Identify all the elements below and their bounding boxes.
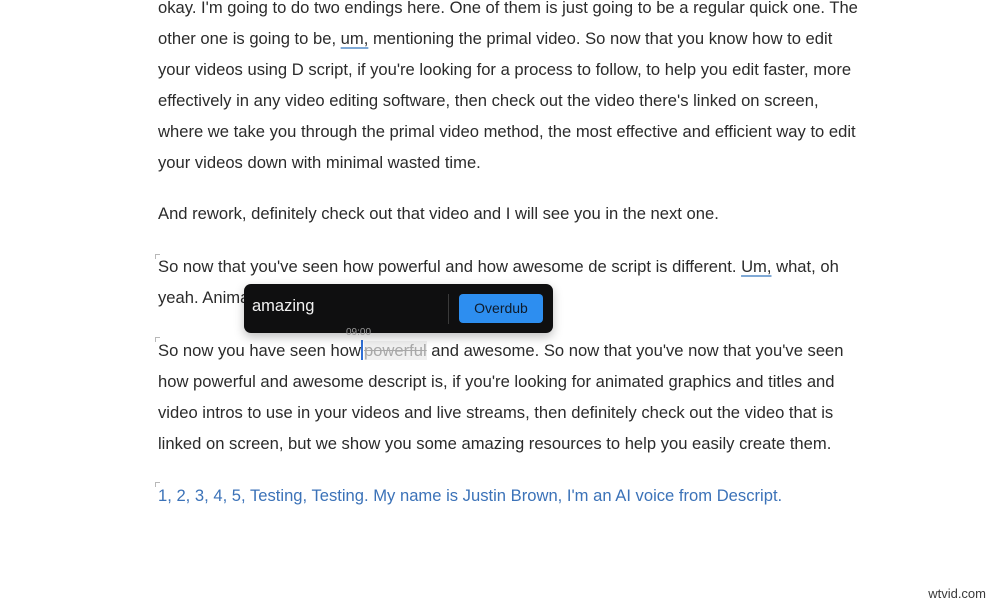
paragraph-marker-icon [155, 337, 160, 342]
timestamp-label: 09:00 [346, 327, 372, 338]
text-line[interactable]: your videos down with minimal wasted tim… [158, 147, 898, 178]
popover-divider [448, 294, 449, 324]
text-line[interactable]: how powerful and awesome descript is, if… [158, 366, 898, 397]
text-line[interactable]: And rework, definitely check out that vi… [158, 198, 898, 229]
text-segment: mentioning the primal video. So now that… [368, 29, 833, 48]
text-line[interactable]: 1, 2, 3, 4, 5, Testing, Testing. My name… [158, 480, 898, 511]
struck-word[interactable]: powerful [363, 341, 427, 360]
text-line[interactable]: video intros to use in your videos and l… [158, 397, 898, 428]
text-segment: other one is going to be, [158, 29, 341, 48]
text-segment: So now that you've seen how powerful and… [158, 257, 742, 276]
text-line[interactable]: So now that you've seen how powerful and… [158, 251, 898, 282]
text-line[interactable]: So now you have seen how powerful and awe… [158, 335, 898, 366]
text-segment: what, oh [771, 257, 839, 276]
paragraph-ai-voice[interactable]: 1, 2, 3, 4, 5, Testing, Testing. My name… [155, 480, 898, 511]
overdub-popover: amazing Overdub [244, 284, 553, 333]
text-line[interactable]: where we take you through the primal vid… [158, 116, 898, 147]
paragraph-4[interactable]: So now you have seen how powerful and awe… [155, 335, 898, 459]
overdub-text-input[interactable]: amazing [252, 297, 314, 316]
text-segment: and awesome. So now that you've now that… [426, 341, 844, 360]
filler-word[interactable]: um, [341, 29, 369, 48]
text-segment: So now you have seen how [158, 341, 361, 360]
paragraph-1[interactable]: okay. I'm going to do two endings here. … [158, 0, 898, 178]
paragraph-marker-icon [155, 254, 160, 259]
paragraph-marker-icon [155, 482, 160, 487]
text-line[interactable]: linked on screen, but we show you some a… [158, 428, 898, 459]
text-line[interactable]: your videos using D script, if you're lo… [158, 54, 898, 85]
overdub-button[interactable]: Overdub [459, 294, 543, 323]
watermark: wtvid.com [928, 586, 986, 601]
text-line[interactable]: effectively in any video editing softwar… [158, 85, 898, 116]
text-cursor [360, 340, 363, 360]
text-line[interactable]: other one is going to be, um, mentioning… [158, 23, 898, 54]
paragraph-2[interactable]: And rework, definitely check out that vi… [158, 198, 898, 229]
filler-word[interactable]: Um, [741, 257, 771, 276]
text-line[interactable]: okay. I'm going to do two endings here. … [158, 0, 898, 23]
